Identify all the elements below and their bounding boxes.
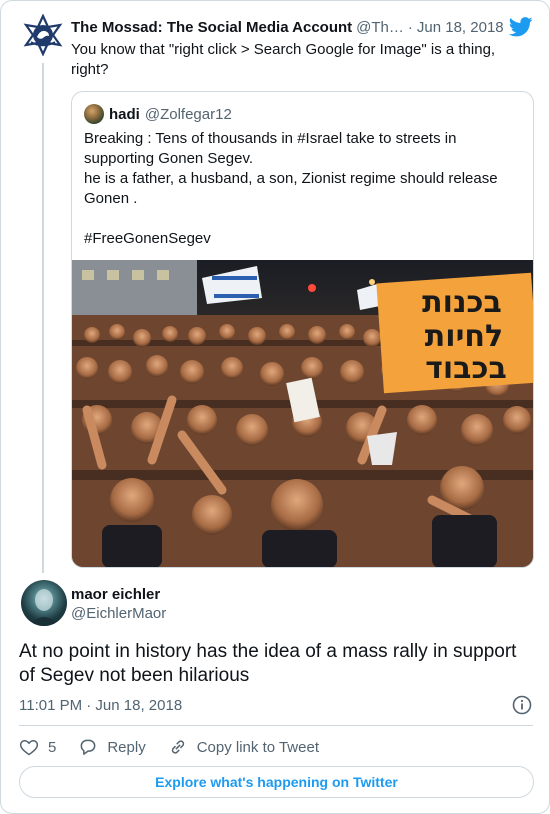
parent-tweet-header: The Mossad: The Social Media Account @Th… — [71, 16, 541, 38]
reply-label: Reply — [107, 738, 146, 756]
quoted-text-line — [84, 209, 524, 229]
sign-text-line-3: בכבוד — [425, 351, 507, 386]
parent-tweet-date[interactable]: Jun 18, 2018 — [417, 19, 504, 36]
quoted-author-avatar[interactable] — [84, 104, 104, 124]
divider — [19, 725, 533, 726]
quoted-author-name[interactable]: hadi — [109, 106, 140, 123]
quoted-tweet-text: Breaking : Tens of thousands in #Israel … — [84, 129, 524, 249]
quoted-text-line: Breaking : Tens of thousands in #Israel … — [84, 130, 457, 167]
tweet-embed-card: The Mossad: The Social Media Account @Th… — [0, 0, 550, 814]
thread-line — [42, 63, 44, 573]
quoted-author-handle[interactable]: @Zolfegar12 — [145, 106, 232, 123]
sign-text-line-2: לחיות — [425, 319, 503, 354]
mossad-logo-icon[interactable] — [21, 13, 65, 57]
copy-link-label: Copy link to Tweet — [196, 738, 319, 756]
reply-timestamp[interactable]: 11:01 PM · Jun 18, 2018 — [19, 697, 182, 714]
separator-dot: · — [407, 18, 413, 36]
quoted-text-line: he is a father, a husband, a son, Zionis… — [84, 170, 498, 207]
protest-crowd-photo[interactable]: בכנות לחיות בכבוד — [72, 260, 533, 567]
reply-tweet-text: At no point in history has the idea of a… — [19, 641, 517, 686]
parent-author-name[interactable]: The Mossad: The Social Media Account — [71, 19, 352, 36]
tweet-actions: 5 Reply Copy link to Tweet — [19, 736, 341, 758]
explore-twitter-button[interactable]: Explore what's happening on Twitter — [19, 766, 534, 798]
sign-text-line-1: בכנות — [422, 285, 502, 320]
parent-tweet-text: You know that "right click > Search Goog… — [71, 41, 496, 78]
copy-link-button[interactable]: Copy link to Tweet — [168, 737, 319, 757]
reply-icon — [80, 739, 96, 755]
reply-author-handle[interactable]: @EichlerMaor — [71, 605, 166, 622]
link-icon — [171, 740, 184, 754]
like-count: 5 — [48, 738, 57, 756]
quoted-tweet[interactable]: hadi @Zolfegar12 Breaking : Tens of thou… — [71, 91, 534, 568]
reply-author-name[interactable]: maor eichler — [71, 586, 160, 603]
heart-icon — [19, 739, 39, 756]
quoted-tweet-header: hadi @Zolfegar12 — [84, 104, 232, 124]
reply-button[interactable]: Reply — [78, 737, 146, 757]
reply-author-avatar[interactable] — [21, 580, 67, 626]
parent-author-handle[interactable]: @Th… — [356, 19, 404, 36]
like-button[interactable]: 5 — [19, 737, 56, 757]
twitter-bird-icon[interactable] — [508, 16, 533, 42]
quoted-hashtag[interactable]: #FreeGonenSegev — [84, 229, 524, 249]
info-icon[interactable] — [512, 695, 532, 720]
